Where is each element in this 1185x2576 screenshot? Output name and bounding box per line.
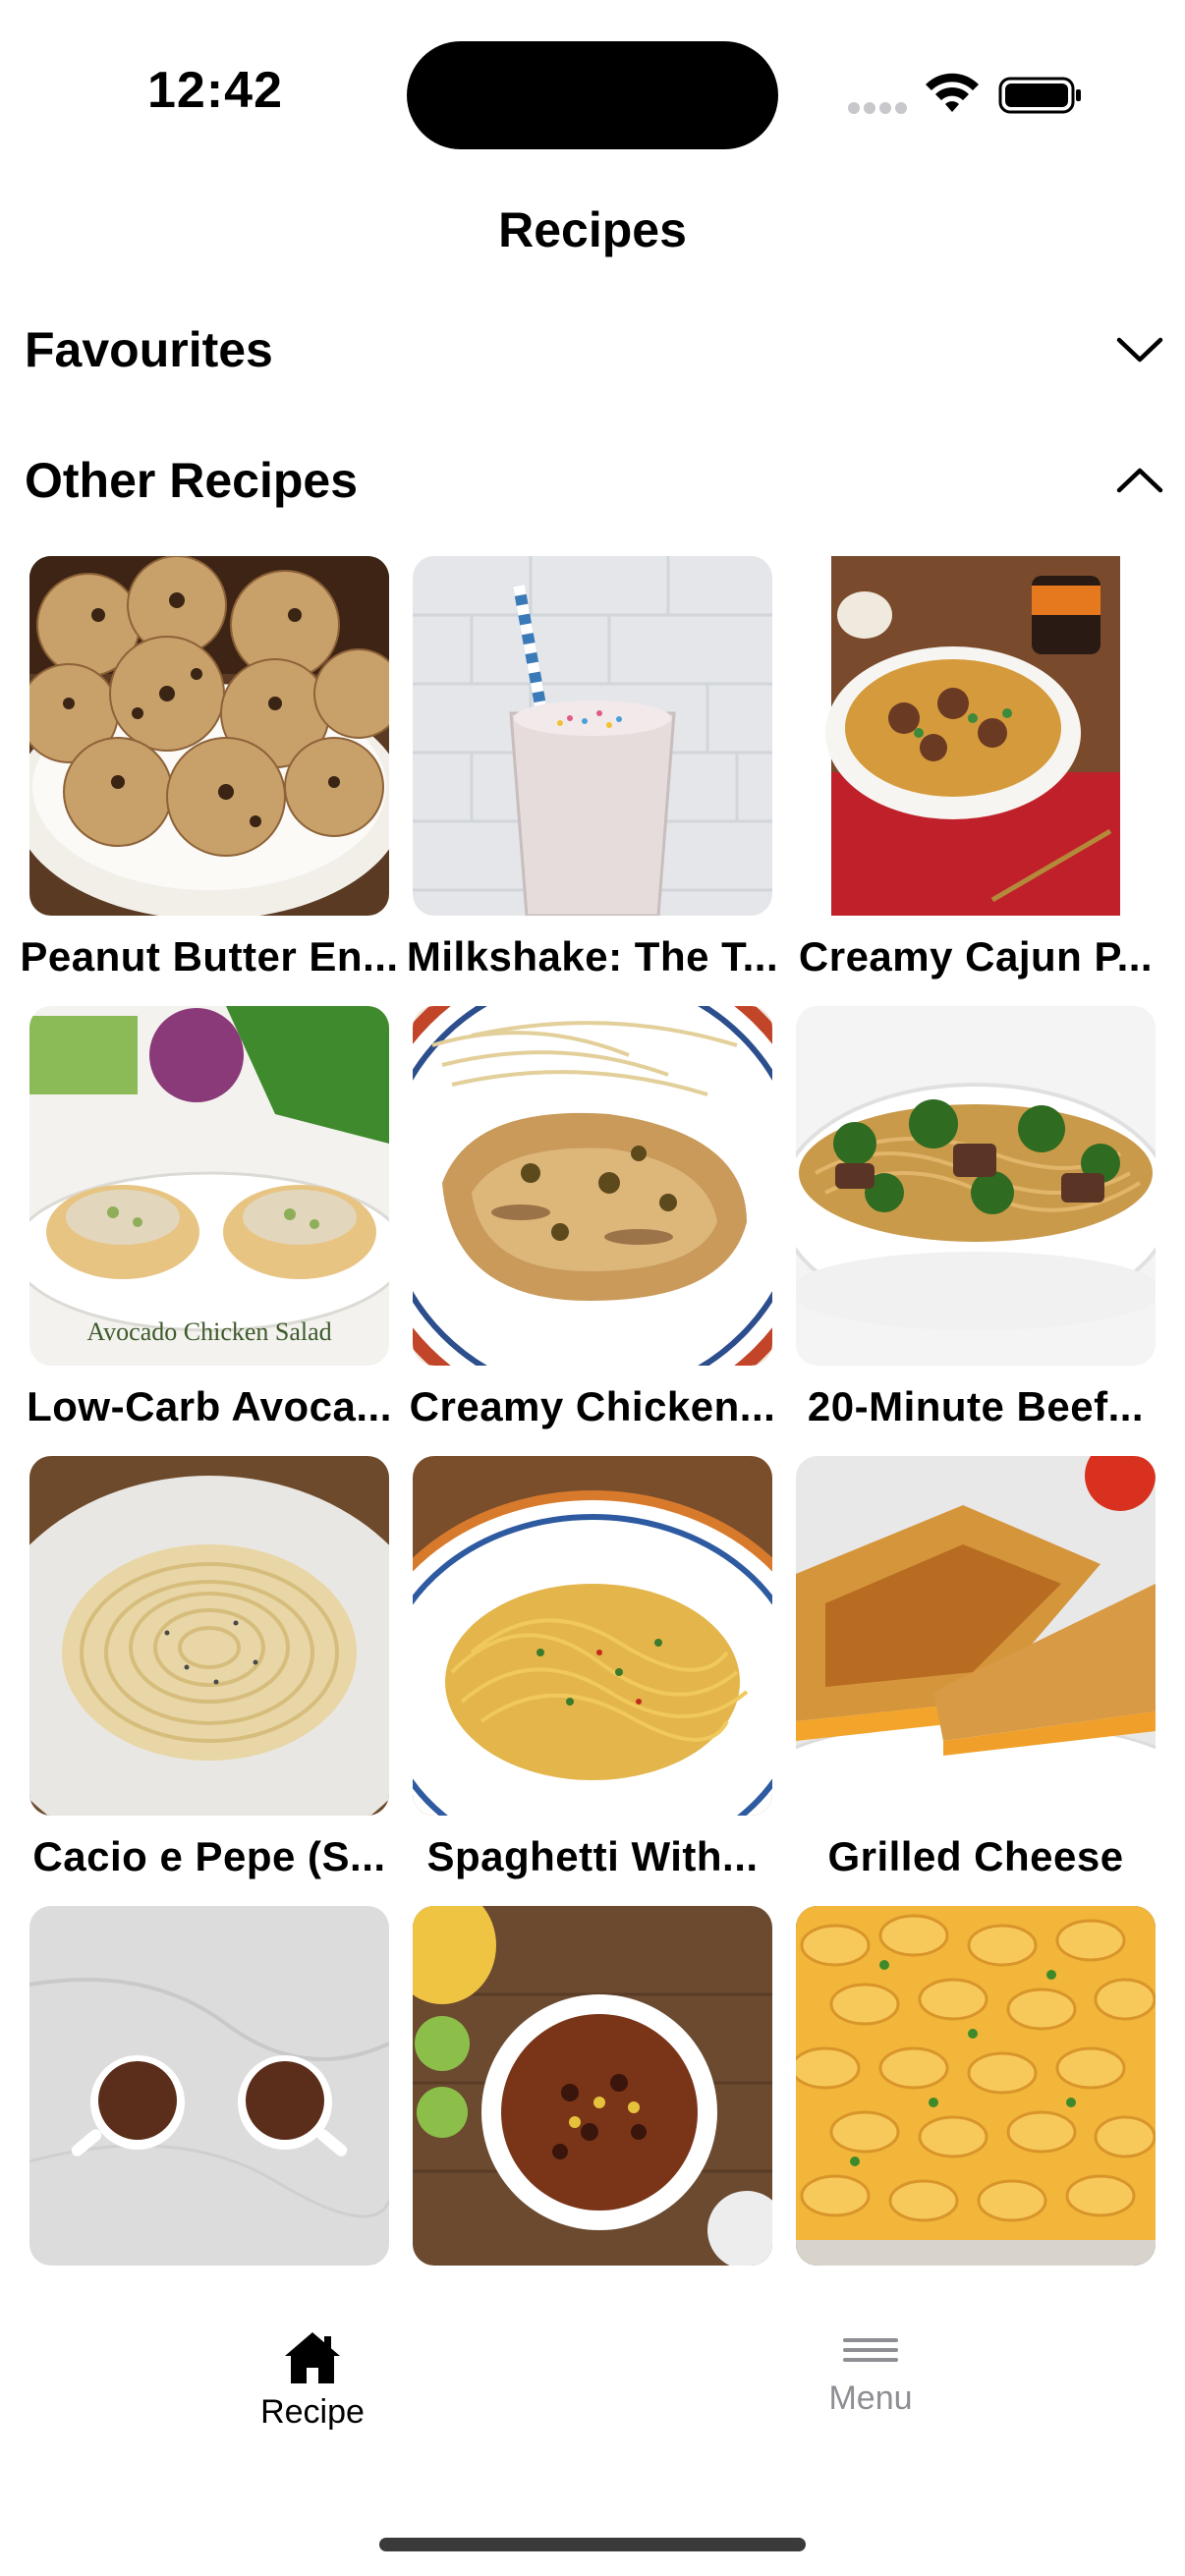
recipe-title: Peanut Butter En... xyxy=(20,933,399,980)
recipe-image-avocado-chicken-salad[interactable]: Avocado Chicken Salad xyxy=(29,1006,389,1366)
favourites-title: Favourites xyxy=(25,322,273,377)
status-time: 12:42 xyxy=(147,62,283,119)
tab-label: Menu xyxy=(828,2380,913,2417)
recipe-title: Grilled Cheese xyxy=(827,1833,1124,1879)
recipe-card[interactable]: Avocado Chicken Salad Low-Carb Avoca... xyxy=(18,1006,401,1456)
recipe-image-energy-balls[interactable] xyxy=(29,556,389,916)
page-title: Recipes xyxy=(498,202,687,257)
recipe-image-cajun-pasta[interactable] xyxy=(796,556,1156,916)
tab-recipe[interactable]: Recipe xyxy=(165,2328,460,2446)
recipe-card[interactable]: 20-Minute Beef... xyxy=(784,1006,1167,1456)
recipe-image-spaghetti[interactable] xyxy=(413,1456,772,1816)
recipe-title: Cacio e Pepe (S... xyxy=(32,1833,386,1879)
recipe-title: Spaghetti With... xyxy=(426,1833,759,1879)
recipe-card[interactable]: Grilled Cheese xyxy=(784,1456,1167,1906)
recipe-card[interactable]: Cacio e Pepe (S... xyxy=(18,1456,401,1906)
recipe-title: Low-Carb Avoca... xyxy=(27,1383,392,1429)
recipe-image-chocolate-mugs[interactable] xyxy=(29,1906,389,2266)
chevron-down-icon[interactable] xyxy=(1115,330,1164,369)
recipe-image-milkshake[interactable] xyxy=(413,556,772,916)
status-bar: 12:42 xyxy=(0,0,1185,177)
menu-lines-icon xyxy=(843,2338,898,2362)
favourites-section-header[interactable]: Favourites xyxy=(25,310,1164,389)
recipe-image-beef-noodles[interactable] xyxy=(796,1006,1156,1366)
recipe-image-grilled-cheese[interactable] xyxy=(796,1456,1156,1816)
tab-bar: Recipe Menu xyxy=(0,2289,1185,2576)
battery-icon xyxy=(998,77,1081,114)
recipe-card[interactable]: Creamy Chicken... xyxy=(401,1006,784,1456)
cellular-signal-icon xyxy=(848,102,907,114)
tab-menu[interactable]: Menu xyxy=(723,2328,1018,2446)
recipe-image-chicken-piccata[interactable] xyxy=(413,1006,772,1366)
chevron-up-icon[interactable] xyxy=(1115,461,1164,500)
house-icon xyxy=(285,2332,340,2383)
recipe-image-mac-and-cheese[interactable] xyxy=(796,1906,1156,2266)
recipe-image-caption: Avocado Chicken Salad xyxy=(86,1317,331,1346)
recipe-image-cacio-e-pepe[interactable] xyxy=(29,1456,389,1816)
recipe-card[interactable]: Spaghetti With... xyxy=(401,1456,784,1906)
recipe-title: 20-Minute Beef... xyxy=(807,1383,1145,1429)
recipe-card[interactable]: Peanut Butter En... xyxy=(18,556,401,1006)
other-recipes-section-header[interactable]: Other Recipes xyxy=(25,441,1164,520)
tab-label: Recipe xyxy=(260,2393,365,2431)
recipe-card[interactable]: Creamy Cajun P... xyxy=(784,556,1167,1006)
recipe-title: Milkshake: The T... xyxy=(406,933,779,980)
recipe-title: Creamy Cajun P... xyxy=(798,933,1154,980)
home-indicator xyxy=(379,2538,806,2551)
recipe-title: Creamy Chicken... xyxy=(409,1383,776,1429)
recipe-image-chili-bowl[interactable] xyxy=(413,1906,772,2266)
recipe-card[interactable]: Milkshake: The T... xyxy=(401,556,784,1006)
wifi-icon xyxy=(926,73,979,112)
dynamic-island xyxy=(407,41,778,149)
other-recipes-title: Other Recipes xyxy=(25,453,359,508)
